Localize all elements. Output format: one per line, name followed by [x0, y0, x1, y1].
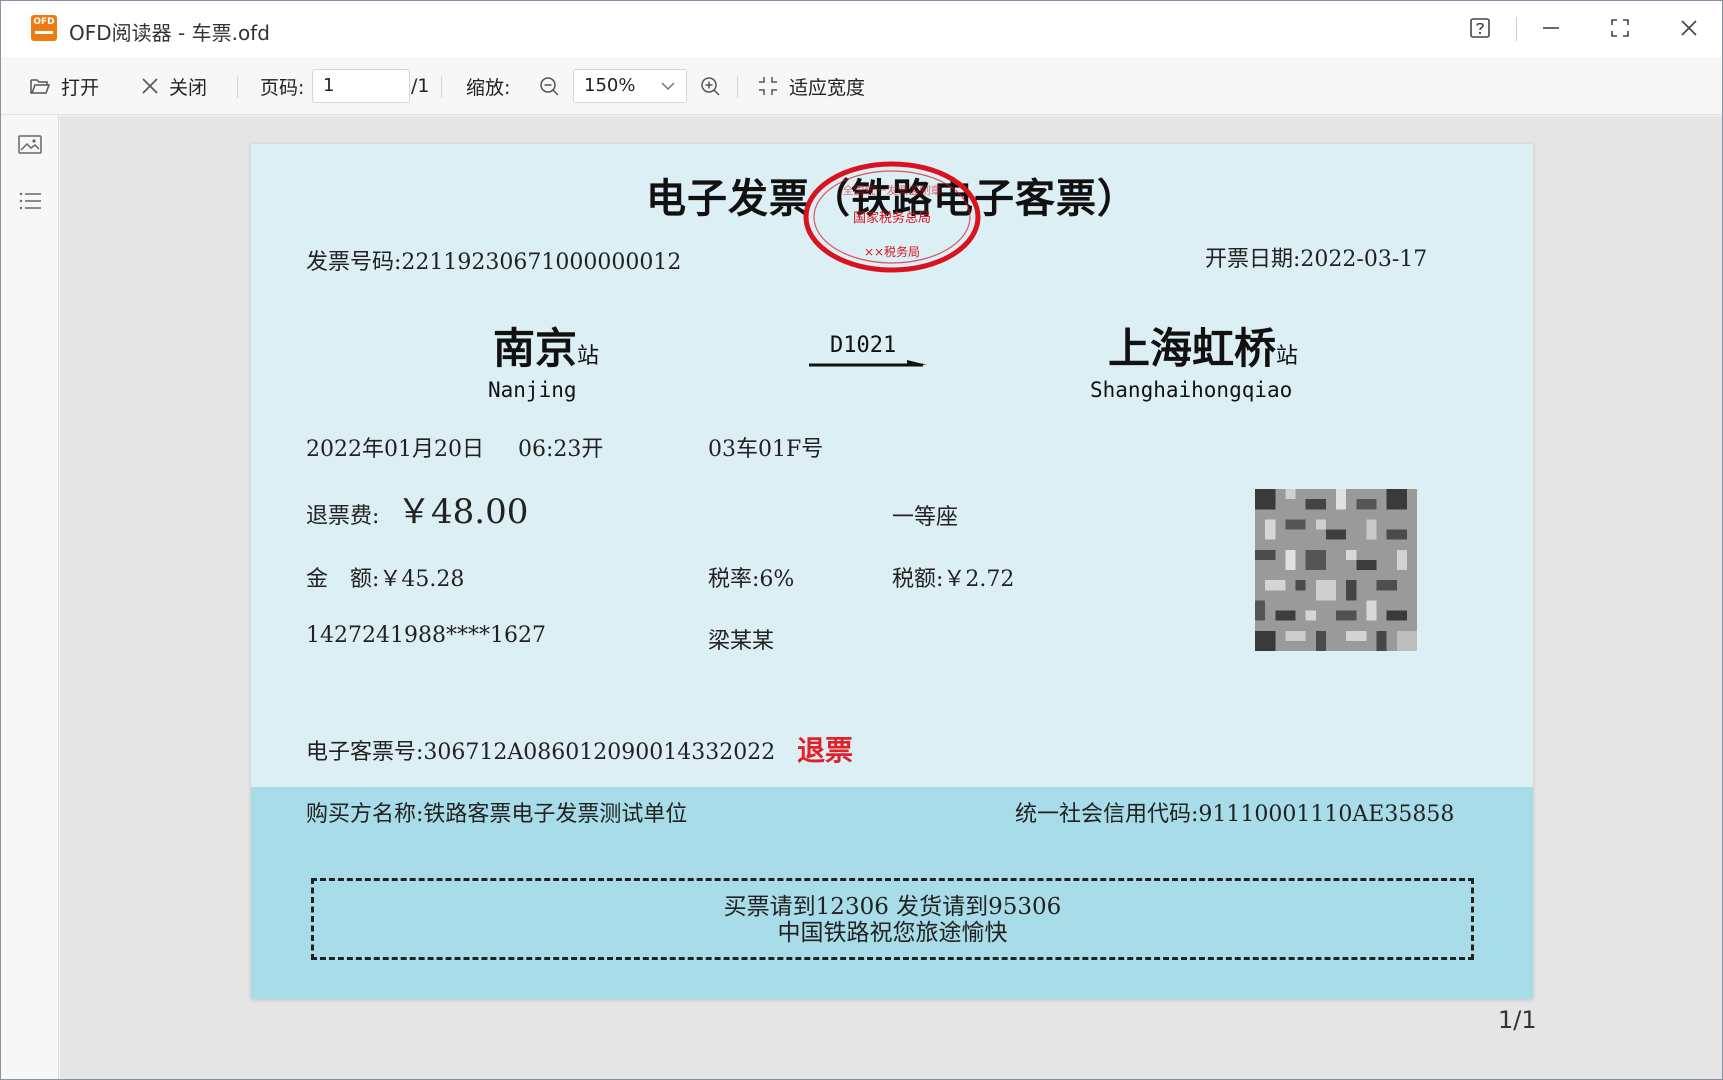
toolbar: 打开 关闭 页码: 1 /1 缩放: 150% 适应宽度 [1, 57, 1722, 115]
minimize-icon [1543, 27, 1559, 29]
buyer-name: 购买方名称:铁路客票电子发票测试单位 [306, 802, 688, 827]
train-number: D1021 [830, 333, 897, 358]
page-total: /1 [411, 57, 430, 115]
notice-line-2: 中国铁路祝您旅途愉快 [777, 920, 1008, 946]
toolbar-divider [441, 76, 442, 98]
page-counter: 1/1 [1498, 1006, 1537, 1034]
tax-rate: 税率:6% [708, 567, 795, 592]
open-label: 打开 [61, 76, 100, 99]
toolbar-divider [737, 76, 738, 98]
arrival-station-suffix: 站 [1276, 344, 1299, 369]
page-number-input[interactable]: 1 [312, 69, 410, 103]
zoom-in-button[interactable] [699, 57, 721, 115]
help-icon [1470, 18, 1490, 38]
close-icon [1681, 20, 1697, 36]
notice-box: 买票请到12306 发货请到95306 中国铁路祝您旅途愉快 [311, 878, 1474, 960]
ticket-page: 电子发票（铁路电子客票） 全国统一发票监制章 国家税务总局 ××税务局 发票号码… [251, 144, 1533, 999]
close-file-icon [142, 78, 158, 94]
page-total-text: /1 [411, 75, 430, 97]
refund-fee-label: 退票费: [306, 504, 380, 529]
zoom-label-text: 缩放: [466, 76, 511, 99]
file-name: - 车票.ofd [178, 21, 270, 45]
page-number-value: 1 [323, 75, 335, 96]
amount: 金 额:￥45.28 [306, 567, 465, 592]
zoom-out-icon [540, 77, 559, 96]
left-sidebar [1, 116, 59, 1079]
help-button[interactable] [1458, 11, 1502, 45]
zoom-label: 缩放: [466, 57, 510, 115]
maximize-button[interactable] [1598, 11, 1642, 45]
maximize-icon [1611, 19, 1629, 37]
zoom-out-button[interactable] [538, 57, 560, 115]
seat-number: 03车01F号 [708, 437, 824, 462]
zoom-in-icon [701, 77, 720, 96]
title-bar: OFD OFD阅读器 - 车票.ofd [1, 1, 1722, 57]
issue-date: 开票日期:2022-03-17 [1205, 247, 1428, 272]
toolbar-divider [237, 76, 238, 98]
close-label: 关闭 [169, 76, 208, 99]
travel-date: 2022年01月20日 [306, 437, 484, 462]
passenger-name: 梁某某 [708, 629, 775, 654]
app-name: OFD阅读器 [69, 21, 172, 45]
qr-code [1255, 489, 1417, 651]
e-ticket-number: 电子客票号:306712A0860120900143320​22 [306, 740, 776, 765]
arrival-station: 上海虹桥站 [1108, 315, 1298, 376]
arrival-station-name: 上海虹桥 [1108, 324, 1277, 373]
close-window-button[interactable] [1667, 11, 1711, 45]
zoom-value: 150% [584, 75, 636, 96]
notice-line-1: 买票请到12306 发货请到95306 [723, 894, 1062, 920]
route-arrow-icon [809, 360, 927, 367]
folder-open-icon [30, 79, 51, 94]
app-logo-text: OFD [33, 17, 55, 27]
stamp-bottom-text: ××税务局 [864, 244, 920, 259]
stamp-top-text: 全国统一发票监制章 [843, 183, 942, 197]
window-title: OFD阅读器 - 车票.ofd [69, 17, 270, 46]
passenger-id-number: 1427241988****1627 [306, 623, 546, 648]
departure-pinyin: Nanjing [488, 378, 577, 402]
open-button[interactable]: 打开 [29, 57, 99, 115]
list-icon [19, 192, 41, 210]
departure-station-name: 南京 [493, 324, 578, 373]
buyer-credit-code: 统一社会信用代码:91110001110AE35858 [1015, 802, 1455, 827]
invoice-number: 发票号码:22119230671000000012 [306, 250, 682, 275]
zoom-select[interactable]: 150% [573, 69, 687, 103]
departure-station-suffix: 站 [577, 344, 600, 369]
app-window: OFD OFD阅读器 - 车票.ofd 打开 关闭 页码: 1 /1 缩放: 1… [0, 0, 1723, 1080]
app-logo-icon: OFD [31, 15, 57, 41]
arrival-pinyin: Shanghaihongqiao [1090, 378, 1293, 402]
fit-width-label: 适应宽度 [789, 76, 866, 99]
tax-amount: 税额:￥2.72 [892, 567, 1015, 592]
close-file-button[interactable]: 关闭 [141, 57, 207, 115]
page-label-text: 页码: [260, 76, 305, 99]
page-label: 页码: [260, 57, 304, 115]
refund-fee-value: ￥48.00 [397, 492, 529, 532]
seat-class: 一等座 [892, 505, 959, 530]
minimize-button[interactable] [1529, 11, 1573, 45]
image-icon [18, 135, 42, 154]
outline-panel-button[interactable] [17, 190, 43, 216]
refund-mark: 退票 [797, 734, 854, 767]
fit-width-button[interactable]: 适应宽度 [757, 57, 865, 115]
thumbnail-panel-button[interactable] [17, 134, 43, 160]
departure-station: 南京站 [493, 315, 599, 376]
fit-width-icon [759, 77, 777, 95]
title-bar-divider [1516, 17, 1517, 41]
departure-time: 06:23开 [518, 437, 604, 462]
stamp-middle-text: 国家税务总局 [853, 210, 931, 226]
chevron-down-icon [661, 82, 675, 91]
official-stamp-seal: 全国统一发票监制章 国家税务总局 ××税务局 [803, 161, 981, 273]
